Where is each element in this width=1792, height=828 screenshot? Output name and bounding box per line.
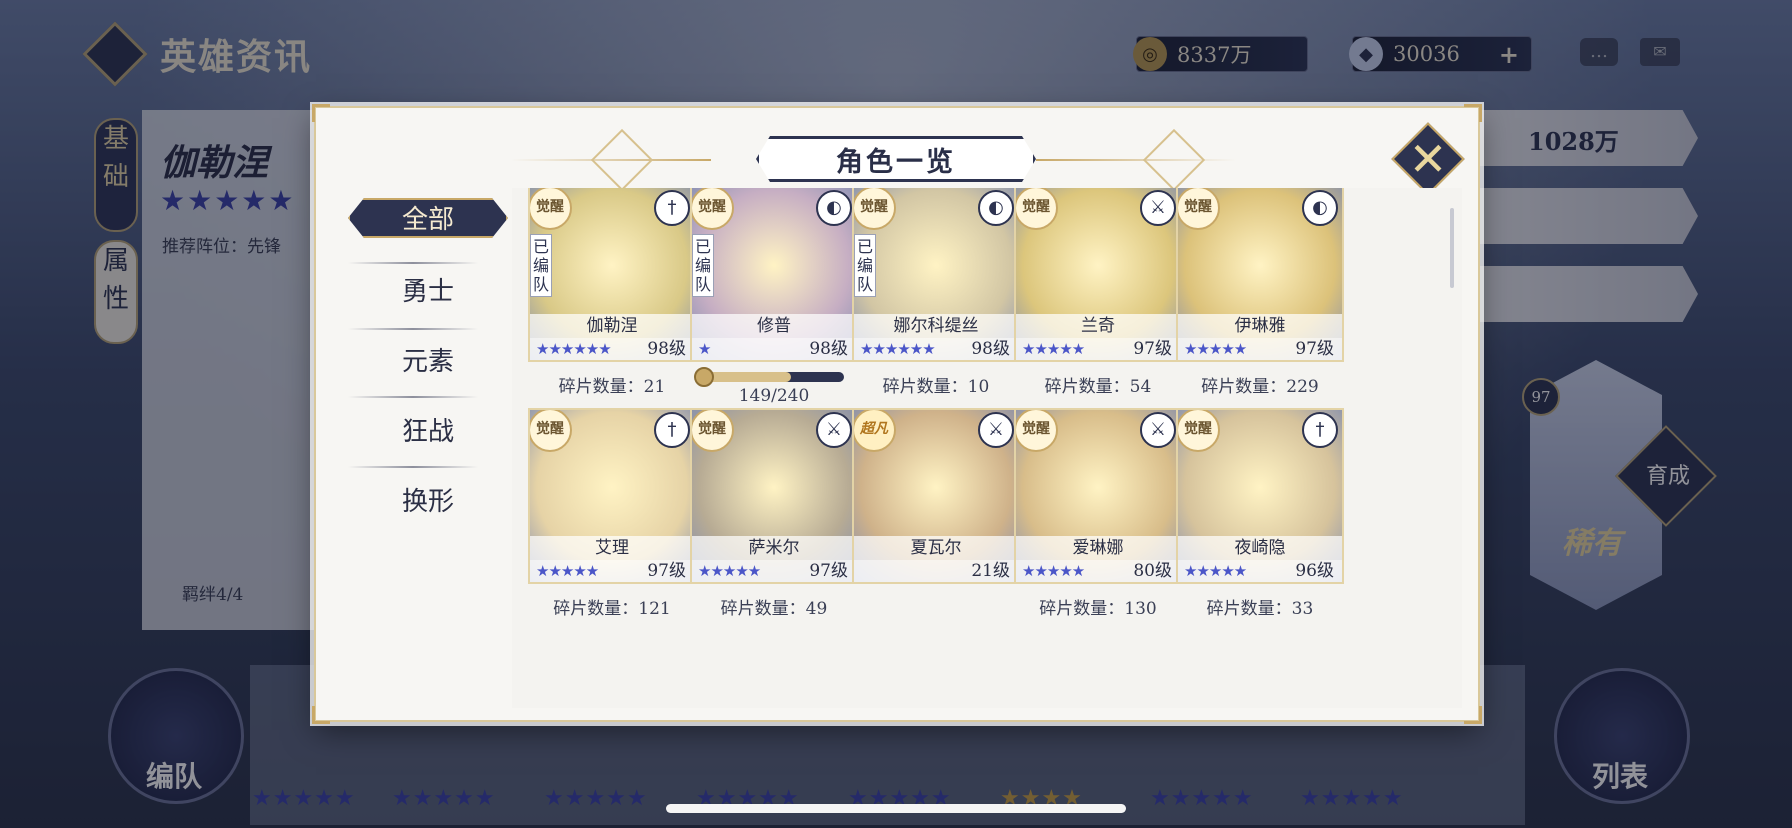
shard-count: 碎片数量：121 (553, 599, 671, 619)
hero-card-level: 21级 (971, 561, 1010, 581)
hero-card-level: 97级 (647, 561, 686, 581)
hero-card-stars: ★★★★★ (1184, 340, 1247, 358)
mask-class-icon: ◐ (816, 190, 852, 226)
title-ornament-line (1036, 159, 1236, 161)
hero-card-level: 98级 (647, 339, 686, 359)
filter-berserker[interactable]: 狂战 (348, 412, 508, 452)
hero-card-stars: ★ (698, 340, 711, 358)
modal-title-frame: 角色一览 (756, 136, 1036, 182)
hero-card-footer: ★★★★★ 97级 (1016, 338, 1180, 360)
shard-count: 碎片数量：49 (720, 599, 828, 619)
hero-card[interactable]: 超凡⚔夏瓦尔★★★★21级 (852, 408, 1020, 584)
mask-class-icon: ◐ (1302, 190, 1338, 226)
awaken-badge: 觉醒 (692, 188, 734, 230)
sword-class-icon: † (1302, 412, 1338, 448)
grid-scrollbar[interactable] (1450, 208, 1454, 288)
hero-card[interactable]: 觉醒 ⚔ 兰奇 ★★★★★ 97级 (1014, 188, 1182, 362)
filter-divider (348, 466, 478, 468)
hero-card-footer: ★★★★★ 97级 (692, 560, 856, 582)
corner-ornament (312, 706, 330, 724)
shard-progress-fill (704, 372, 791, 382)
filter-all[interactable]: 全部 (348, 198, 508, 238)
axe-class-icon: ⚔ (978, 412, 1014, 448)
corner-ornament (1464, 104, 1482, 122)
hero-card-level: 97级 (809, 561, 848, 581)
hero-card-stars: ★★★★★ (1022, 562, 1085, 580)
hero-card[interactable]: 觉醒 ◐ 伊琳雅 ★★★★★ 97级 (1176, 188, 1344, 362)
sword-class-icon: † (654, 190, 690, 226)
hero-grid[interactable]: 觉醒 † 已编队 伽勒涅 ★★★★★★ 98级 碎片数量：21 觉醒 ◐ 已编队 修普 ★ 98级 149… (512, 188, 1462, 708)
filter-divider (348, 328, 478, 330)
awaken-badge: 觉醒 (1016, 410, 1058, 452)
hero-card-level: 80级 (1133, 561, 1172, 581)
filter-warrior[interactable]: 勇士 (348, 272, 508, 312)
awaken-badge: 觉醒 (530, 410, 572, 452)
hero-card-level: 98级 (809, 339, 848, 359)
hero-card-footer: ★★★★★ 96级 (1178, 560, 1342, 582)
awaken-badge: 超凡 (854, 410, 896, 452)
axe-class-icon: ⚔ (1140, 190, 1176, 226)
shard-progress-bar (704, 372, 844, 382)
hero-card[interactable]: 觉醒 † 夜崎隐 ★★★★★ 96级 (1176, 408, 1344, 584)
hero-card-footer: ★★★★★★ 98级 (530, 338, 694, 360)
hero-card-footer: ★ 98级 (692, 338, 856, 360)
title-ornament-diamond (1142, 128, 1206, 192)
in-team-tag: 已编队 (854, 234, 876, 297)
corner-ornament (1464, 706, 1482, 724)
hero-card[interactable]: 觉醒 ⚔ 爱琳娜 ★★★★★ 80级 (1014, 408, 1182, 584)
awaken-badge: 觉醒 (692, 410, 734, 452)
shard-count: 碎片数量：229 (1201, 377, 1319, 397)
hero-card[interactable]: 觉醒 † 艾理 ★★★★★ 97级 (528, 408, 696, 584)
axe-class-icon: ⚔ (1140, 412, 1176, 448)
filter-transform[interactable]: 换形 (348, 482, 508, 522)
in-team-tag: 已编队 (692, 234, 714, 297)
character-list-modal: 角色一览 ✕ 全部 勇士 元素 狂战 换形 觉醒 † 已编队 伽勒涅 ★★★★★★ 98级… (312, 104, 1482, 724)
close-button[interactable] (1391, 122, 1465, 196)
home-indicator[interactable] (666, 804, 1126, 813)
shard-count: 碎片数量：130 (1039, 599, 1157, 619)
filter-divider (348, 396, 478, 398)
hero-card-stars: ★★★★★★ (536, 340, 612, 358)
awaken-badge: 觉醒 (530, 188, 572, 230)
shard-progress-icon (694, 367, 714, 387)
shard-count: 碎片数量：33 (1206, 599, 1314, 619)
awaken-badge: 觉醒 (1178, 188, 1220, 230)
hero-card[interactable]: 觉醒 ◐ 已编队 娜尔科缇丝 ★★★★★★ 98级 (852, 188, 1020, 362)
hero-card-footer: ★★★★★★ 98级 (854, 338, 1018, 360)
hero-card-stars: ★★★★★★ (860, 340, 936, 358)
awaken-badge: 觉醒 (854, 188, 896, 230)
hero-card-level: 96级 (1295, 561, 1334, 581)
hero-card-footer: ★★★★★ 97级 (530, 560, 694, 582)
axe-class-icon: ⚔ (816, 412, 852, 448)
sword-class-icon: † (654, 412, 690, 448)
hero-card-level: 97级 (1295, 339, 1334, 359)
hero-card[interactable]: 觉醒 ⚔ 萨米尔 ★★★★★ 97级 (690, 408, 858, 584)
hero-card-stars: ★★★★★ (698, 562, 761, 580)
filter-element[interactable]: 元素 (348, 342, 508, 382)
shard-count: 碎片数量：10 (882, 377, 990, 397)
hero-card[interactable]: 觉醒 † 已编队 伽勒涅 ★★★★★★ 98级 (528, 188, 696, 362)
hero-card-stars: ★★★★★ (1184, 562, 1247, 580)
shard-progress-text: 149/240 (738, 386, 810, 406)
hero-card-stars: ★★★★★ (536, 562, 599, 580)
awaken-badge: 觉醒 (1016, 188, 1058, 230)
awaken-badge: 觉醒 (1178, 410, 1220, 452)
hero-card-level: 98级 (971, 339, 1010, 359)
filter-divider (348, 262, 478, 264)
shard-count: 碎片数量：21 (558, 377, 666, 397)
hero-card[interactable]: 觉醒 ◐ 已编队 修普 ★ 98级 (690, 188, 858, 362)
mask-class-icon: ◐ (978, 190, 1014, 226)
title-ornament-diamond (590, 128, 654, 192)
hero-card-stars: ★★★★★ (1022, 340, 1085, 358)
in-team-tag: 已编队 (530, 234, 552, 297)
shard-count: 碎片数量：54 (1044, 377, 1152, 397)
hero-card-level: 97级 (1133, 339, 1172, 359)
corner-ornament (312, 104, 330, 122)
hero-card-footer: ★★★★21级 (854, 560, 1018, 582)
hero-card-footer: ★★★★★ 97级 (1178, 338, 1342, 360)
modal-title: 角色一览 (836, 146, 956, 178)
hero-card-footer: ★★★★★ 80级 (1016, 560, 1180, 582)
